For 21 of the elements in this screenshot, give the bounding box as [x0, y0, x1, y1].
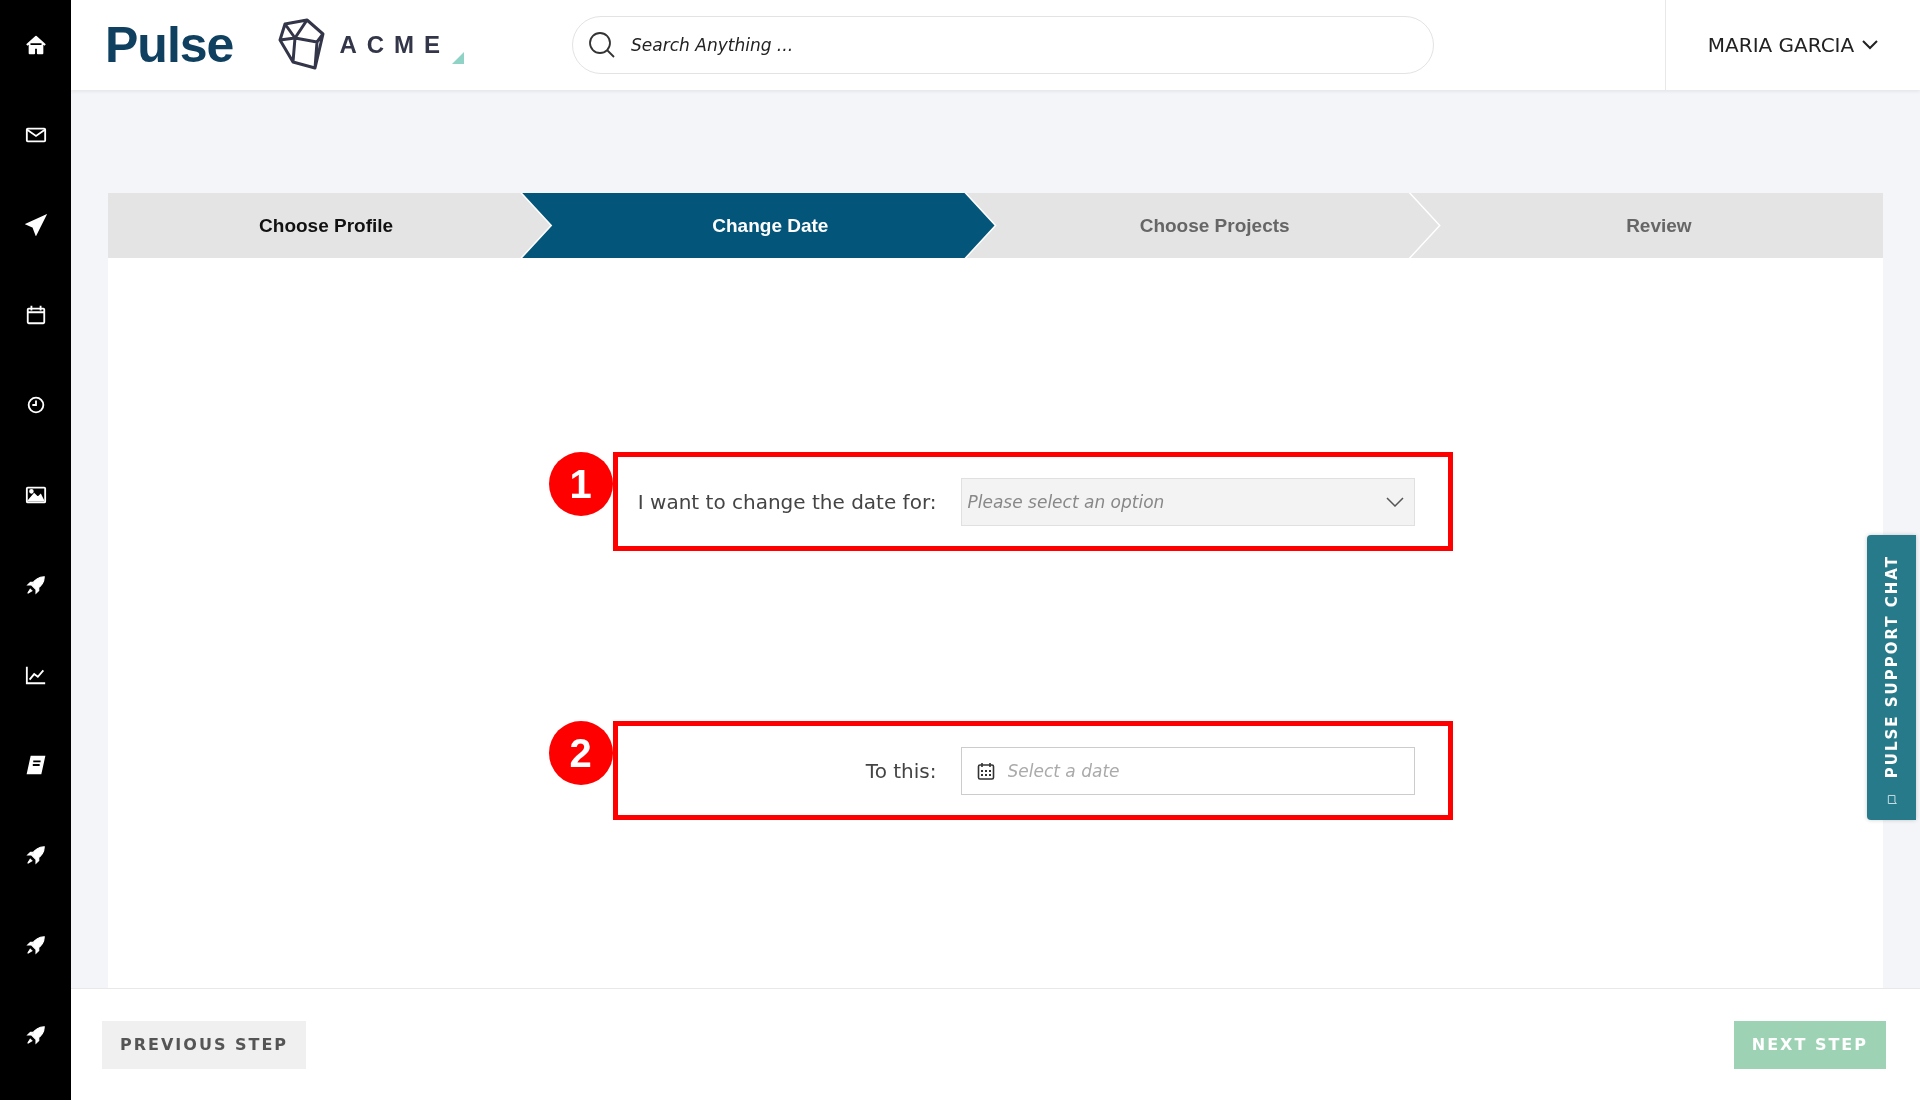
pulse-logo[interactable]: Pulse	[105, 16, 234, 74]
step-number-badge: 2	[548, 721, 613, 785]
search-field[interactable]: Search Anything ...	[572, 16, 1435, 74]
user-menu[interactable]: MARIA GARCIA	[1703, 29, 1883, 61]
field-label: To this:	[865, 758, 937, 783]
polyhedron-icon	[277, 18, 326, 72]
chevron-down-icon	[1385, 496, 1404, 507]
search-icon	[588, 31, 617, 59]
previous-step-button[interactable]: PREVIOUS STEP	[102, 1020, 307, 1069]
step-tab[interactable]: Choose Profile	[108, 193, 551, 258]
field-label: I want to change the date for:	[637, 489, 937, 514]
step-tab[interactable]: Change Date	[522, 193, 995, 258]
date-field[interactable]: Select a date	[960, 746, 1415, 795]
triangle-icon	[452, 52, 465, 64]
support-chat-tab[interactable]: PULSE SUPPORT CHAT	[1867, 535, 1916, 820]
calendar-icon	[976, 761, 995, 780]
step-tab[interactable]: Review	[1410, 193, 1883, 258]
partner-logo: ACME	[339, 31, 451, 59]
step-number-badge: 1	[548, 452, 613, 516]
step-tab[interactable]: Choose Projects	[966, 193, 1439, 258]
caret-icon	[1862, 40, 1879, 50]
